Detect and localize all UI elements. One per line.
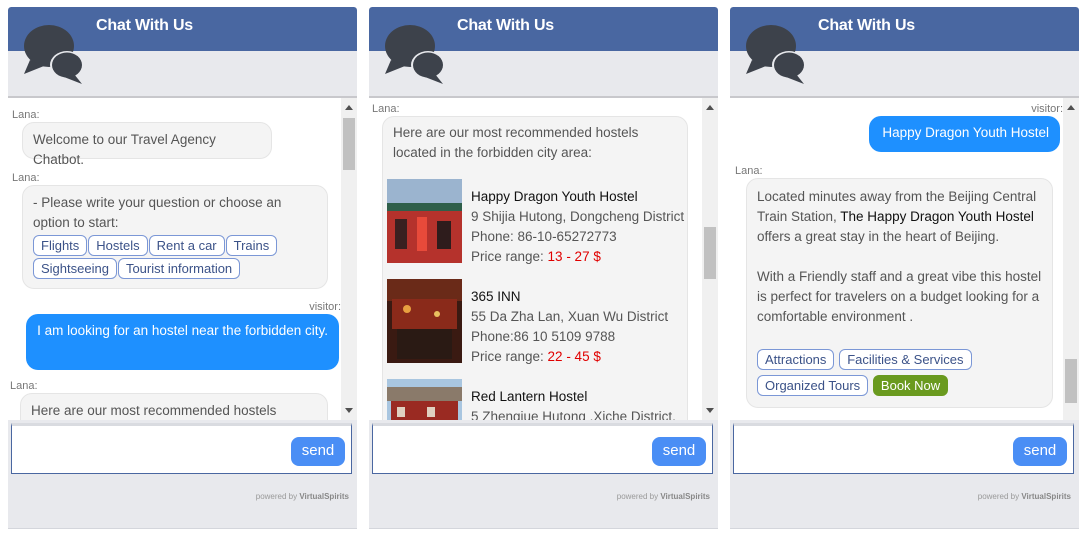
bot-message-text: - Please write your question or choose a… [33,195,282,230]
sender-label: Lana: [12,109,40,121]
option-organized-tours[interactable]: Organized Tours [757,375,869,396]
hostel-photo[interactable] [387,279,462,363]
bot-message-text: Here are our most recommended hostels lo… [393,125,639,160]
visitor-message: Happy Dragon Youth Hostel [869,116,1060,152]
scroll-up-icon[interactable] [1067,105,1075,110]
chat-messages: visitor: Happy Dragon Youth Hostel Lana:… [730,96,1079,420]
chat-title: Chat With Us [457,17,555,34]
option-flights[interactable]: Flights [33,235,88,256]
chat-bubbles-icon [385,25,445,84]
option-sightseeing[interactable]: Sightseeing [33,258,117,279]
hostel-card[interactable]: 365 INN 55 Da Zha Lan, Xuan Wu District … [387,279,687,364]
bot-message-text: With a Friendly staff and a great vibe t… [757,269,1042,324]
bot-message: Here are our most recommended hostels [20,393,328,420]
chat-bubbles-icon [746,25,806,84]
price-range: 22 - 45 $ [547,349,601,364]
chat-widget-2: Chat With Us Lana: Here are our most rec… [369,7,718,529]
hostel-price-row: Price range: 13 - 27 $ [471,247,684,267]
hostel-phone: Phone:86 10 5109 9788 [471,329,616,344]
book-now-button[interactable]: Book Now [872,375,949,396]
hostel-photo[interactable] [387,379,462,420]
powered-by-brand: VirtualSpirits [1021,492,1071,501]
bot-message: - Please write your question or choose a… [22,185,328,289]
hostel-phone: Phone: 86-10-65272773 [471,229,617,244]
scroll-up-icon[interactable] [345,105,353,110]
powered-by-prefix: powered by [616,492,659,501]
hostel-name: 365 INN [471,289,521,304]
scrollbar[interactable] [341,98,357,420]
scrollbar[interactable] [1063,98,1079,420]
hostel-name-highlight: The Happy Dragon Youth Hostel [840,209,1034,224]
option-hostels[interactable]: Hostels [88,235,148,256]
scrollbar-thumb[interactable] [1065,359,1077,403]
scrollbar-thumb[interactable] [704,227,716,279]
chat-messages: Lana: Welcome to our Travel Agency Chatb… [8,96,357,420]
price-label: Price range: [471,349,548,364]
chat-title: Chat With Us [96,17,194,34]
hostel-info: Happy Dragon Youth Hostel 9 Shijia Huton… [471,187,684,267]
sender-label: Lana: [735,165,763,177]
powered-by: powered by VirtualSpirits [256,492,349,501]
visitor-message: I am looking for an hostel near the forb… [26,314,339,370]
powered-by-prefix: powered by [977,492,1020,501]
send-button[interactable]: send [652,437,706,466]
option-trains[interactable]: Trains [225,235,278,256]
price-label: Price range: [471,249,548,264]
hostel-photo[interactable] [387,179,462,263]
quick-replies: Flights Hostels Rent a car Trains Sightseei… [33,233,317,279]
send-button[interactable]: send [1013,437,1067,466]
price-range: 13 - 27 $ [547,249,601,264]
option-tourist-information[interactable]: Tourist information [117,258,241,279]
bot-message: Here are our most recommended hostels lo… [382,116,688,420]
option-attractions[interactable]: Attractions [757,349,835,370]
powered-by-brand: VirtualSpirits [299,492,349,501]
bot-message: Welcome to our Travel Agency Chatbot. [22,122,272,167]
bot-message-text: Located minutes away from the Beijing Ce… [757,187,1042,247]
hostel-card[interactable]: Happy Dragon Youth Hostel 9 Shijia Huton… [387,179,687,264]
bot-message: Located minutes away from the Beijing Ce… [746,178,1053,408]
chat-messages: Lana: Here are our most recommended host… [369,96,718,420]
hostel-info: Red Lantern Hostel 5 Zhengjue Hutong ,Xi… [471,387,676,420]
hostel-address: 5 Zhengjue Hutong ,Xiche District, [471,409,676,420]
chat-bubbles-icon [24,25,84,84]
scroll-up-icon[interactable] [706,105,714,110]
send-button[interactable]: send [291,437,345,466]
powered-by-brand: VirtualSpirits [660,492,710,501]
chat-widget-1: Chat With Us Lana: Welcome to our Travel… [8,7,357,529]
powered-by-prefix: powered by [255,492,298,501]
hostel-name: Red Lantern Hostel [471,389,588,404]
hostel-price-row: Price range: 22 - 45 $ [471,347,668,367]
chat-title: Chat With Us [818,17,916,34]
scroll-down-icon[interactable] [706,408,714,413]
message-input[interactable]: send [372,423,713,474]
sender-label: visitor: [1031,103,1063,115]
sender-label: visitor: [309,301,341,313]
message-input[interactable]: send [11,423,352,474]
powered-by: powered by VirtualSpirits [978,492,1071,501]
chat-widget-3: Chat With Us visitor: Happy Dragon Youth… [730,7,1079,529]
option-facilities-services[interactable]: Facilities & Services [839,349,972,370]
hostel-address: 9 Shijia Hutong, Dongcheng District [471,209,685,224]
scrollbar-thumb[interactable] [343,118,355,170]
hostel-address: 55 Da Zha Lan, Xuan Wu District [471,309,669,324]
option-rent-a-car[interactable]: Rent a car [148,235,225,256]
sender-label: Lana: [10,380,38,392]
sender-label: Lana: [372,103,400,115]
sender-label: Lana: [12,172,40,184]
hostel-info: 365 INN 55 Da Zha Lan, Xuan Wu District … [471,287,668,367]
powered-by: powered by VirtualSpirits [617,492,710,501]
scroll-down-icon[interactable] [345,408,353,413]
text-part: offers a great stay in the heart of Beij… [757,229,1000,244]
quick-replies: Attractions Facilities & Services Organi… [757,347,1042,396]
message-input[interactable]: send [733,423,1074,474]
hostel-name: Happy Dragon Youth Hostel [471,189,638,204]
scrollbar[interactable] [702,98,718,420]
hostel-card[interactable]: Red Lantern Hostel 5 Zhengjue Hutong ,Xi… [387,379,687,420]
